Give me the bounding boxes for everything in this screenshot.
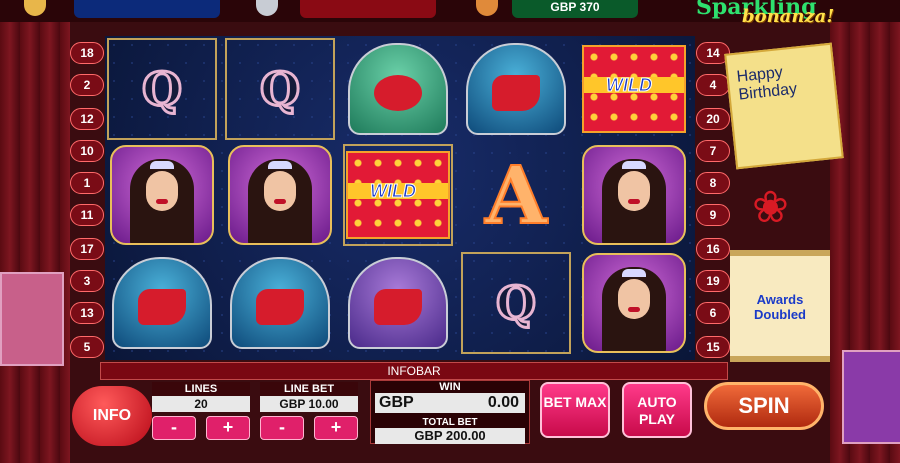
shoe-dome-icon	[230, 257, 330, 349]
payline-marker[interactable]: 20	[696, 108, 730, 130]
bow-icon: ❀	[752, 183, 789, 232]
q-letter: Q	[258, 61, 301, 118]
payline-marker[interactable]: 1	[70, 172, 104, 194]
lady-portrait	[110, 145, 214, 245]
bonus-scroll: Awards Doubled	[730, 250, 830, 362]
symbol-red-shoe	[461, 38, 571, 140]
birthday-card-text: Happy Birthday	[735, 63, 798, 104]
top-panel-1	[74, 0, 220, 18]
win-label: WIN	[439, 381, 461, 393]
lines-minus-button[interactable]: -	[152, 416, 196, 440]
wild-gift-icon: WILD	[582, 45, 686, 133]
payline-marker[interactable]: 6	[696, 302, 730, 324]
payline-marker[interactable]: 15	[696, 336, 730, 358]
lady-portrait	[228, 145, 332, 245]
symbol-q: Q	[461, 252, 571, 354]
payline-marker[interactable]: 9	[696, 204, 730, 226]
q-letter: Q	[494, 275, 537, 332]
total-bet-value: GBP 200.00	[375, 428, 525, 444]
gift-box-right	[842, 350, 900, 444]
gift-box-left	[0, 272, 64, 366]
line-bet-label: LINE BET	[260, 382, 358, 396]
symbol-q: Q	[225, 38, 335, 140]
symbol-a: A	[461, 144, 571, 246]
payline-marker[interactable]: 5	[70, 336, 104, 358]
payline-marker[interactable]: 8	[696, 172, 730, 194]
lady-portrait	[582, 145, 686, 245]
payline-marker[interactable]: 2	[70, 74, 104, 96]
symbol-red-shoe	[225, 252, 335, 354]
line-bet-plus-button[interactable]: +	[314, 416, 358, 440]
bet-max-button[interactable]: BET MAX	[540, 382, 610, 438]
symbol-lady	[579, 252, 689, 354]
symbol-lady	[225, 144, 335, 246]
payline-marker[interactable]: 4	[696, 74, 730, 96]
win-value: 0.00	[487, 394, 519, 411]
purse-dome-icon	[348, 257, 448, 349]
spin-button[interactable]: SPIN	[704, 382, 824, 430]
lines-value: 20	[152, 396, 250, 412]
auto-play-button[interactable]: AUTO PLAY	[622, 382, 692, 438]
birthday-card: Happy Birthday	[724, 42, 844, 170]
line-bet-value: GBP 10.00	[260, 396, 358, 412]
lines-label: LINES	[152, 382, 250, 396]
bonus-scroll-text: Awards Doubled	[754, 292, 806, 322]
logo-word-2: bonanza!	[742, 6, 835, 27]
total-bet-label: TOTAL BET	[422, 417, 478, 428]
payline-marker[interactable]: 12	[70, 108, 104, 130]
symbol-watch	[343, 38, 453, 140]
symbol-wild: WILD	[343, 144, 453, 246]
symbol-wild: WILD	[579, 38, 689, 140]
balance-display: GBP 370	[512, 0, 638, 18]
payline-marker[interactable]: 3	[70, 270, 104, 292]
symbol-q: Q	[107, 38, 217, 140]
q-letter: Q	[140, 61, 183, 118]
wild-label: WILD	[606, 75, 653, 96]
a-letter: A	[484, 147, 548, 243]
symbol-purse	[343, 252, 453, 354]
reel-grid: Q Q WILD A Q WILD	[105, 36, 695, 360]
wild-gift-icon: WILD	[346, 151, 450, 239]
win-box: WIN GBP 0.00 TOTAL BET GBP 200.00	[370, 380, 530, 444]
payline-marker[interactable]: 7	[696, 140, 730, 162]
game-logo: Sparkling bonanza!	[686, 0, 882, 36]
shoe-dome-icon	[466, 43, 566, 135]
win-display: GBP 0.00	[375, 393, 525, 413]
lady-portrait	[582, 253, 686, 353]
payline-marker[interactable]: 18	[70, 42, 104, 64]
symbol-lady	[107, 144, 217, 246]
wild-label: WILD	[370, 181, 417, 202]
payline-marker[interactable]: 17	[70, 238, 104, 260]
line-bet-minus-button[interactable]: -	[260, 416, 304, 440]
lines-plus-button[interactable]: +	[206, 416, 250, 440]
payline-marker[interactable]: 13	[70, 302, 104, 324]
payline-marker[interactable]: 19	[696, 270, 730, 292]
watch-dome-icon	[348, 43, 448, 135]
payline-marker[interactable]: 16	[696, 238, 730, 260]
symbol-lady	[579, 144, 689, 246]
shoe-dome-icon	[112, 257, 212, 349]
control-panel: INFO LINES 20 - + LINE BET GBP 10.00 - +…	[60, 380, 840, 463]
symbol-red-shoe	[107, 252, 217, 354]
payline-marker[interactable]: 11	[70, 204, 104, 226]
infobar: INFOBAR	[100, 362, 728, 380]
info-button[interactable]: INFO	[72, 386, 152, 446]
payline-marker[interactable]: 10	[70, 140, 104, 162]
top-panel-2	[300, 0, 436, 18]
win-currency: GBP	[379, 394, 414, 411]
